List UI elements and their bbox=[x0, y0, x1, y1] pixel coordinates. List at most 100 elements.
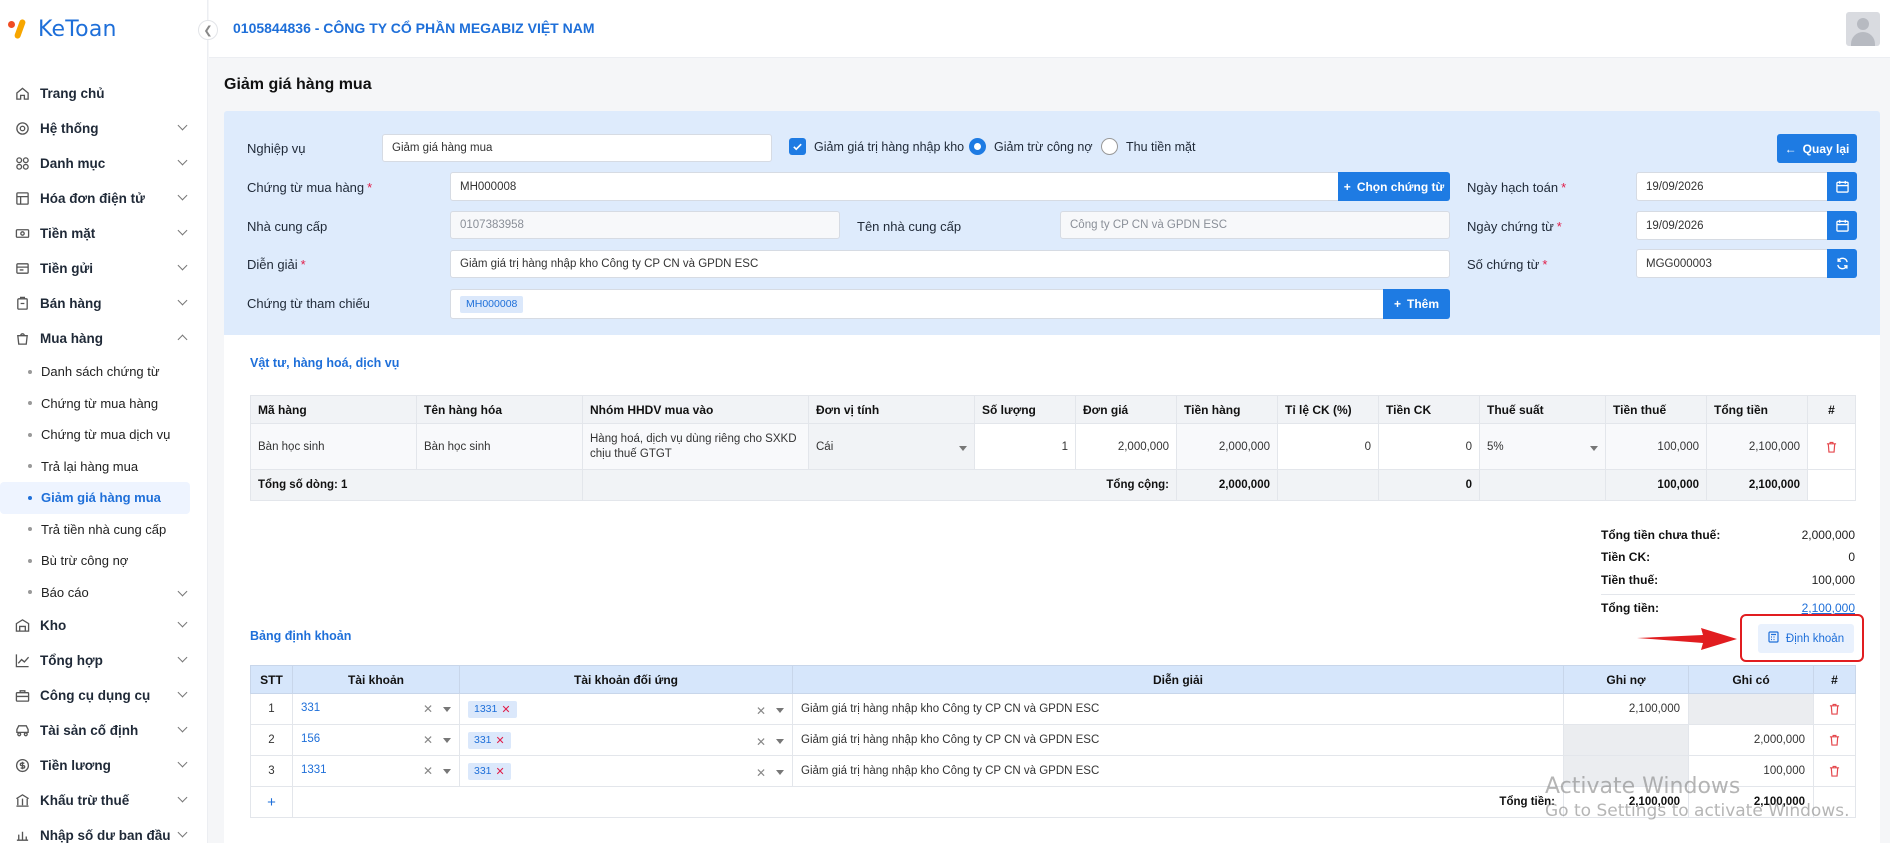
cell-dien-giai[interactable]: Giảm giá trị hàng nhập kho Công ty CP CN… bbox=[792, 724, 1564, 756]
add-row-button[interactable]: + bbox=[250, 786, 293, 818]
ngay-hach-toan-input[interactable]: 19/09/2026 bbox=[1636, 172, 1828, 201]
trash-icon[interactable] bbox=[1822, 734, 1847, 746]
thu-tien-mat-radio[interactable]: Thu tiền mặt bbox=[1101, 138, 1195, 155]
dropdown-arrow-icon[interactable] bbox=[776, 708, 784, 713]
sidebar-subitem-giam-gia[interactable]: Giảm giá hàng mua bbox=[0, 482, 190, 514]
sidebar-item-tien-mat[interactable]: Tiền mặt bbox=[0, 216, 208, 251]
tham-chieu-tag[interactable]: MH000008 bbox=[460, 295, 524, 313]
cell-dien-giai[interactable]: Giảm giá trị hàng nhập kho Công ty CP CN… bbox=[792, 693, 1564, 725]
trash-icon[interactable] bbox=[1822, 703, 1847, 715]
sidebar-item-cong-cu[interactable]: Công cụ dụng cụ bbox=[0, 678, 208, 713]
cell-ti-le-ck[interactable]: 0 bbox=[1277, 423, 1379, 470]
sidebar-subitem-bu-tru[interactable]: Bù trừ công nợ bbox=[0, 545, 208, 577]
radio-unselected-icon bbox=[1101, 138, 1118, 155]
chevron-down-icon bbox=[177, 792, 188, 803]
sidebar-item-tong-hop[interactable]: Tổng hợp bbox=[0, 643, 208, 678]
cell-tien-ck[interactable]: 0 bbox=[1378, 423, 1480, 470]
cell-tai-khoan[interactable]: 1331 ✕ bbox=[292, 755, 460, 787]
sidebar-subitem-tra-tien[interactable]: Trả tiền nhà cung cấp bbox=[0, 514, 208, 546]
sidebar-subitem-tra-lai[interactable]: Trả lại hàng mua bbox=[0, 451, 208, 483]
sidebar-item-label: Hệ thống bbox=[40, 121, 99, 136]
cell-so-luong[interactable]: 1 bbox=[974, 423, 1076, 470]
cell-tien-hang[interactable]: 2,000,000 bbox=[1176, 423, 1278, 470]
clear-icon[interactable]: ✕ bbox=[423, 702, 433, 716]
dien-giai-input[interactable]: Giảm giá trị hàng nhập kho Công ty CP CN… bbox=[450, 250, 1450, 278]
cell-ten-hang[interactable]: Bàn học sinh bbox=[416, 423, 583, 470]
cell-thue-suat[interactable]: 5% bbox=[1479, 423, 1606, 470]
sidebar-item-nhap-so-du[interactable]: Nhập số dư ban đầu bbox=[0, 818, 208, 843]
clear-icon[interactable]: ✕ bbox=[756, 735, 766, 749]
dropdown-arrow-icon[interactable] bbox=[443, 768, 451, 774]
col-ten-hang: Tên hàng hóa bbox=[416, 395, 583, 424]
cell-actions bbox=[1807, 423, 1856, 470]
sidebar-item-tien-luong[interactable]: Tiền lương bbox=[0, 748, 208, 783]
dinh-khoan-button[interactable]: Định khoản bbox=[1758, 624, 1854, 653]
nghiep-vu-select[interactable]: Giảm giá hàng mua bbox=[382, 134, 772, 162]
calendar-icon[interactable] bbox=[1827, 172, 1857, 201]
sidebar-item-he-thong[interactable]: Hệ thống bbox=[0, 111, 208, 146]
refresh-icon[interactable] bbox=[1827, 249, 1857, 278]
dropdown-arrow-icon[interactable] bbox=[776, 739, 784, 744]
cell-nhom-hhdv[interactable]: Hàng hoá, dịch vụ dùng riêng cho SXKD ch… bbox=[582, 423, 809, 470]
cell-ghi-co[interactable]: 2,000,000 bbox=[1688, 724, 1814, 756]
sidebar-item-tai-san[interactable]: Tài sản cố định bbox=[0, 713, 208, 748]
col-ma-hang: Mã hàng bbox=[250, 395, 417, 424]
sidebar-item-danh-muc[interactable]: Danh mục bbox=[0, 146, 208, 181]
sidebar-subitem-bao-cao[interactable]: Báo cáo bbox=[0, 577, 208, 609]
cell-dien-giai[interactable]: Giảm giá trị hàng nhập kho Công ty CP CN… bbox=[792, 755, 1564, 787]
dropdown-arrow-icon[interactable] bbox=[443, 737, 451, 743]
dropdown-arrow-icon[interactable] bbox=[776, 770, 784, 775]
sidebar-item-mua-hang[interactable]: Mua hàng bbox=[0, 321, 208, 356]
company-name[interactable]: 0105844836 - CÔNG TY CỔ PHẦN MEGABIZ VIỆ… bbox=[233, 20, 595, 36]
sidebar-subitem-chung-tu-mua-hang[interactable]: Chứng từ mua hàng bbox=[0, 388, 208, 420]
avatar[interactable] bbox=[1846, 12, 1880, 46]
cell-ghi-no[interactable]: 2,100,000 bbox=[1563, 693, 1689, 725]
sidebar-item-label: Bán hàng bbox=[40, 296, 102, 311]
chung-tu-tham-chieu-input[interactable]: MH000008 bbox=[450, 289, 1385, 319]
cell-tai-khoan-doi-ung[interactable]: 331 ✕ ✕ bbox=[459, 755, 793, 787]
back-button[interactable]: ← Quay lại bbox=[1777, 134, 1857, 163]
nha-cung-cap-input[interactable]: 0107383958 bbox=[450, 211, 840, 239]
sidebar-collapse-button[interactable]: ❮ bbox=[198, 20, 218, 40]
cell-tai-khoan-doi-ung[interactable]: 1331 ✕ ✕ bbox=[459, 693, 793, 725]
sidebar-item-kho[interactable]: Kho bbox=[0, 608, 208, 643]
sidebar-subitem-chung-tu-mua-dich-vu[interactable]: Chứng từ mua dịch vụ bbox=[0, 419, 208, 451]
ngay-chung-tu-input[interactable]: 19/09/2026 bbox=[1636, 211, 1828, 240]
app-logo[interactable]: KeToan bbox=[8, 14, 117, 44]
clear-icon[interactable]: ✕ bbox=[423, 733, 433, 747]
chon-chung-tu-button[interactable]: + Chọn chứng từ bbox=[1338, 172, 1450, 201]
remove-tag-icon[interactable]: ✕ bbox=[496, 765, 505, 778]
radio-selected-icon bbox=[969, 138, 986, 155]
so-chung-tu-input[interactable]: MGG000003 bbox=[1636, 249, 1828, 278]
cell-tien-thue[interactable]: 100,000 bbox=[1605, 423, 1707, 470]
cell-tai-khoan[interactable]: 156 ✕ bbox=[292, 724, 460, 756]
remove-tag-icon[interactable]: ✕ bbox=[501, 703, 510, 716]
cell-ma-hang[interactable]: Bàn học sinh bbox=[250, 423, 417, 470]
clear-icon[interactable]: ✕ bbox=[756, 766, 766, 780]
calendar-icon[interactable] bbox=[1827, 211, 1857, 240]
trash-icon[interactable] bbox=[1808, 441, 1855, 453]
remove-tag-icon[interactable]: ✕ bbox=[496, 734, 505, 747]
table-row: 2 156 ✕ 331 ✕ ✕ Giảm giá trị hàng nhập kh… bbox=[250, 724, 1856, 756]
nhap-kho-checkbox[interactable]: Giảm giá trị hàng nhập kho bbox=[789, 138, 964, 155]
sidebar-subitem-danh-sach[interactable]: Danh sách chứng từ bbox=[0, 356, 208, 388]
chevron-left-icon: ❮ bbox=[203, 24, 213, 37]
clear-icon[interactable]: ✕ bbox=[423, 764, 433, 778]
dropdown-arrow-icon[interactable] bbox=[443, 706, 451, 712]
ten-nha-cung-cap-input[interactable]: Công ty CP CN và GPDN ESC bbox=[1060, 211, 1450, 239]
sidebar-item-tien-gui[interactable]: Tiền gửi bbox=[0, 251, 208, 286]
clear-icon[interactable]: ✕ bbox=[756, 704, 766, 718]
sidebar-item-ban-hang[interactable]: Bán hàng bbox=[0, 286, 208, 321]
cell-tai-khoan[interactable]: 331 ✕ bbox=[292, 693, 460, 725]
tools-icon bbox=[14, 688, 30, 704]
cell-tai-khoan-doi-ung[interactable]: 331 ✕ ✕ bbox=[459, 724, 793, 756]
sidebar-item-trang-chu[interactable]: Trang chủ bbox=[0, 76, 208, 111]
chung-tu-mua-hang-input[interactable]: MH000008 bbox=[450, 172, 1340, 201]
sidebar-item-khau-tru-thue[interactable]: Khấu trừ thuế bbox=[0, 783, 208, 818]
them-button[interactable]: + Thêm bbox=[1383, 289, 1450, 319]
sidebar-item-hoa-don[interactable]: Hóa đơn điện tử bbox=[0, 181, 208, 216]
giam-tru-cong-no-radio[interactable]: Giảm trừ công nợ bbox=[969, 138, 1093, 155]
cell-don-gia[interactable]: 2,000,000 bbox=[1075, 423, 1177, 470]
cell-actions bbox=[1813, 724, 1856, 756]
cell-don-vi-tinh[interactable]: Cái bbox=[808, 423, 975, 470]
